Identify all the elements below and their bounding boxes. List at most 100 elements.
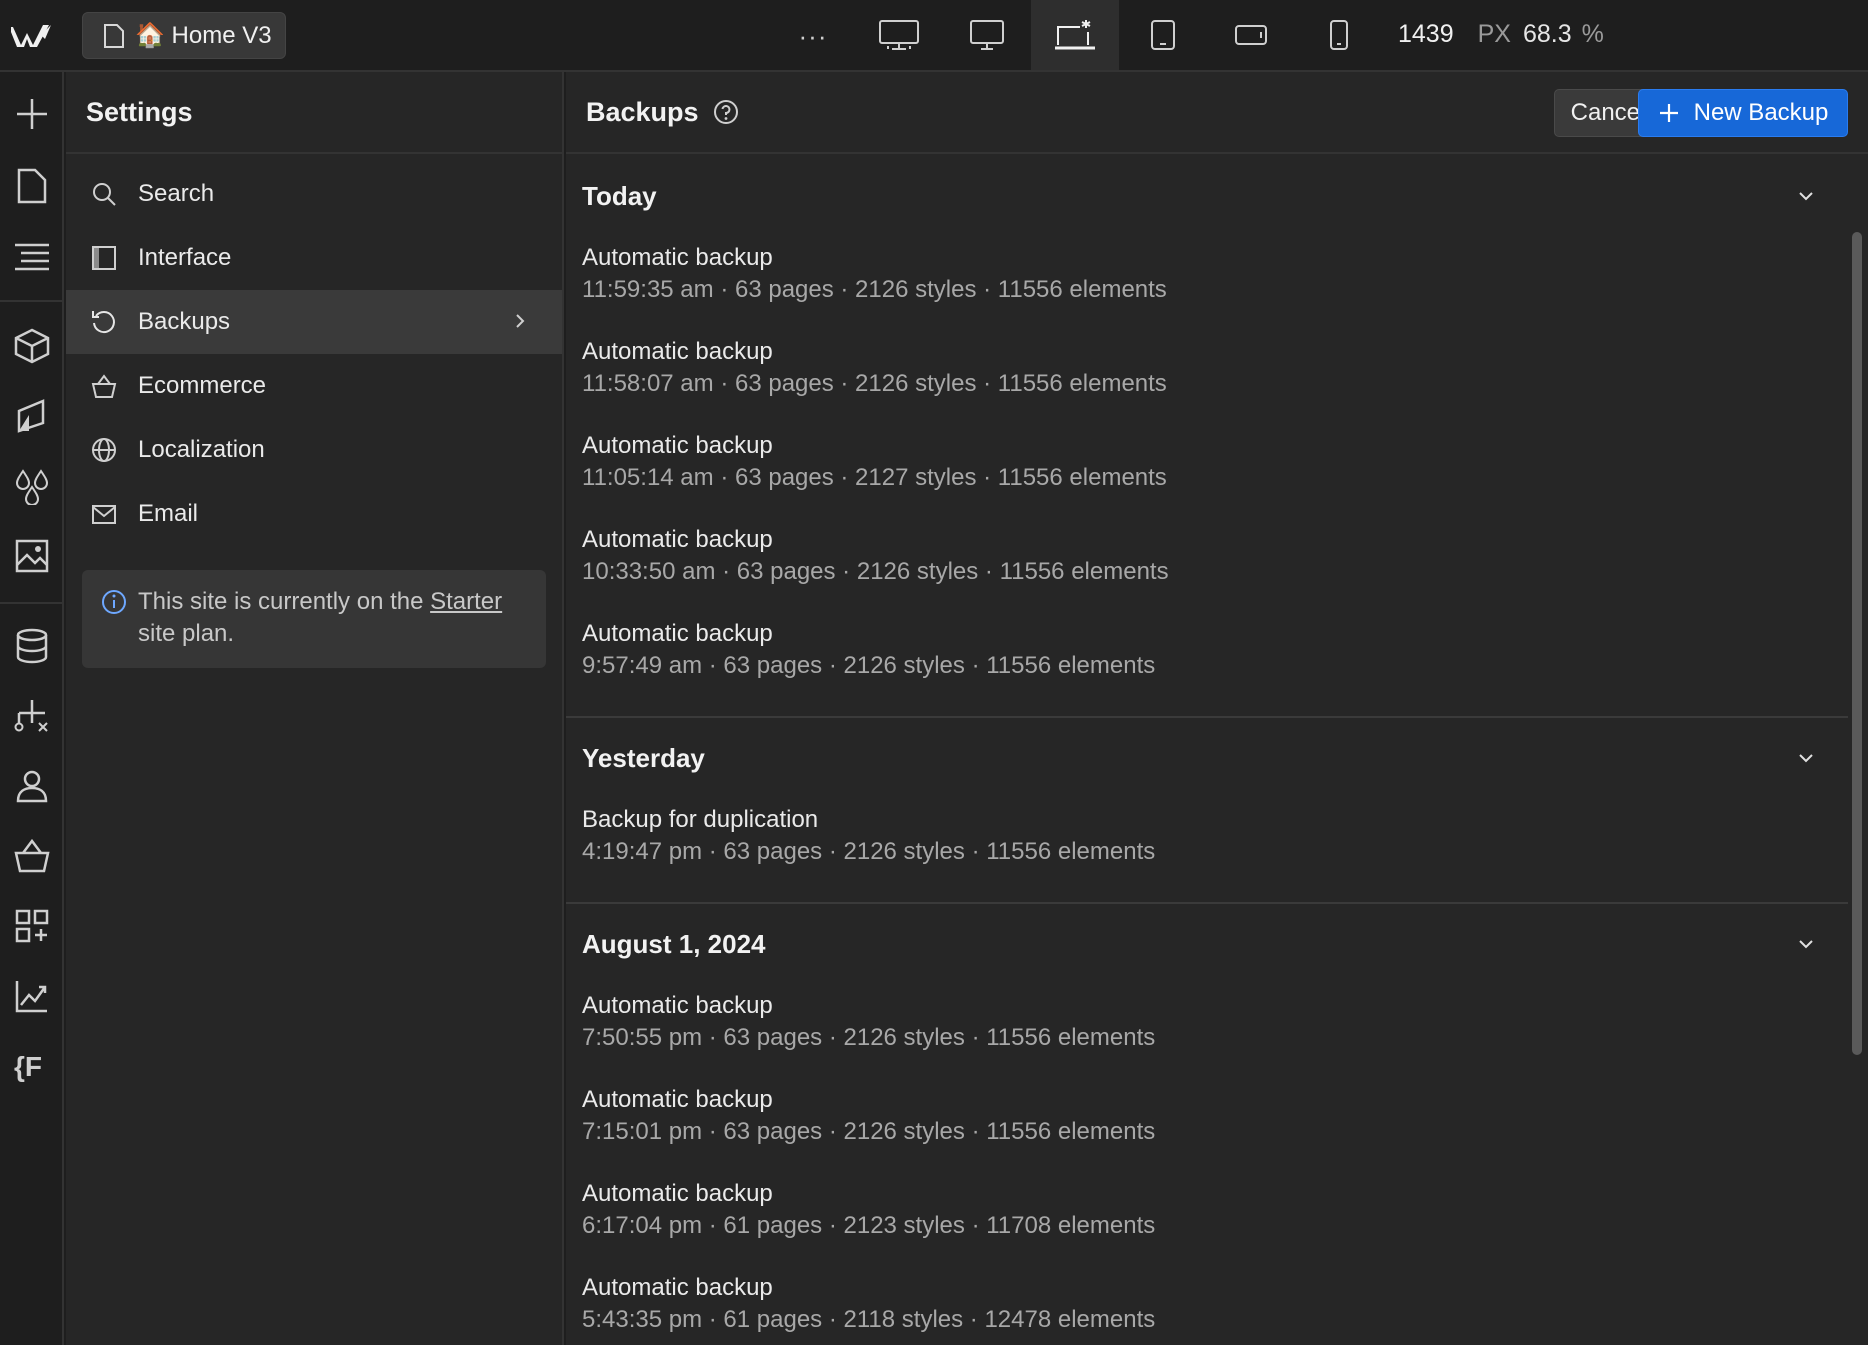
components-icon[interactable] — [10, 324, 54, 368]
backup-entry[interactable]: Automatic backup 5:43:35 pm · 61 pages · … — [566, 1266, 1848, 1345]
pages-icon[interactable] — [10, 164, 54, 208]
assets-icon[interactable] — [10, 534, 54, 578]
backup-entry-name: Automatic backup — [582, 992, 773, 1019]
backup-entry-name: Automatic backup — [582, 338, 773, 365]
site-plan-notice: This site is currently on the Starter si… — [82, 570, 546, 668]
chevron-down-icon[interactable] — [1794, 746, 1818, 770]
backup-group-header[interactable]: Today — [566, 156, 1848, 236]
backup-entry-meta: 4:19:47 pm · 63 pages · 2126 styles · 11… — [582, 838, 1156, 865]
backup-entry[interactable]: Automatic backup 7:15:01 pm · 63 pages · … — [566, 1078, 1848, 1172]
finsweet-icon[interactable]: {F — [10, 1044, 54, 1088]
rail-divider — [0, 602, 62, 604]
settings-nav-interface[interactable]: Interface — [66, 226, 562, 290]
backup-entry[interactable]: Backup for duplication 4:19:47 pm · 63 pa… — [566, 798, 1848, 892]
settings-nav-label: Backups — [138, 308, 231, 335]
backup-entry[interactable]: Automatic backup 6:17:04 pm · 61 pages · … — [566, 1172, 1848, 1266]
zoom-level[interactable]: 68.3 — [1523, 20, 1572, 49]
backup-entry-name: Backup for duplication — [582, 806, 819, 833]
users-icon[interactable] — [10, 764, 54, 808]
settings-nav-localization[interactable]: Localization — [66, 418, 562, 482]
breakpoint-desktop-icon[interactable] — [943, 0, 1031, 70]
backup-entry-meta: 6:17:04 pm · 61 pages · 2123 styles · 11… — [582, 1212, 1156, 1239]
canvas-width[interactable]: 1439 — [1398, 20, 1454, 49]
backup-entry-name: Automatic backup — [582, 1086, 773, 1113]
chevron-right-icon — [516, 314, 525, 328]
breakpoint-large-desktop-icon[interactable] — [855, 0, 943, 70]
breakpoint-mobile-portrait-icon[interactable] — [1295, 0, 1383, 70]
style-selectors-icon[interactable] — [10, 394, 54, 438]
settings-nav-ecommerce[interactable]: Ecommerce — [66, 354, 562, 418]
page-name: 🏠 Home V3 — [135, 22, 272, 49]
apps-icon[interactable] — [10, 904, 54, 948]
ecommerce-icon[interactable] — [10, 834, 54, 878]
navigator-icon[interactable] — [10, 234, 54, 278]
backup-entry-meta: 5:43:35 pm · 61 pages · 2118 styles · 12… — [582, 1306, 1156, 1333]
backup-entry[interactable]: Automatic backup 11:05:14 am · 63 pages ·… — [566, 424, 1848, 518]
backup-group: Today Automatic backup 11:59:35 am · 63 pa… — [566, 156, 1848, 718]
more-icon[interactable]: ··· — [793, 16, 833, 56]
backup-entry-meta: 11:59:35 am · 63 pages · 2126 styles · 1… — [582, 276, 1167, 303]
breakpoint-tablet-icon[interactable] — [1119, 0, 1207, 70]
help-icon[interactable] — [713, 99, 739, 125]
interface-icon — [92, 246, 116, 270]
logic-icon[interactable] — [10, 694, 54, 738]
rail-divider — [0, 300, 62, 302]
backup-entry[interactable]: Automatic backup 11:58:07 am · 63 pages ·… — [566, 330, 1848, 424]
backup-entry[interactable]: Automatic backup 11:59:35 am · 63 pages ·… — [566, 236, 1848, 330]
settings-title: Settings — [66, 72, 562, 154]
backup-group: August 1, 2024 Automatic backup 7:50:55 pm… — [566, 904, 1848, 1345]
chevron-down-icon[interactable] — [1794, 932, 1818, 956]
left-toolbar: {F — [0, 72, 64, 1345]
settings-nav-email[interactable]: Email — [66, 482, 562, 546]
backup-entry-name: Automatic backup — [582, 432, 773, 459]
backups-title: Backups — [586, 96, 699, 127]
page-selector[interactable]: 🏠 Home V3 — [82, 12, 286, 59]
backup-entry-name: Automatic backup — [582, 526, 773, 553]
backups-panel: Backups Cancel New Backup Today Automatic… — [566, 72, 1868, 1345]
settings-nav-label: Localization — [138, 436, 265, 463]
page-icon — [104, 23, 124, 48]
backup-group-title: August 1, 2024 — [582, 928, 766, 959]
breakpoint-base-icon[interactable] — [1031, 0, 1119, 70]
globe-icon — [92, 438, 116, 462]
canvas-size-readout: 1439 PX 68.3 % — [1398, 20, 1604, 49]
plan-text-after: site plan. — [138, 620, 235, 647]
starter-plan-link[interactable]: Starter — [430, 588, 502, 615]
insights-icon[interactable] — [10, 974, 54, 1018]
variables-icon[interactable] — [10, 464, 54, 508]
backup-entry[interactable]: Automatic backup 9:57:49 am · 63 pages · … — [566, 612, 1848, 706]
mail-icon — [92, 505, 116, 524]
settings-nav-label: Search — [138, 180, 215, 207]
settings-nav-label: Email — [138, 500, 199, 527]
backups-header: Backups Cancel New Backup — [566, 72, 1868, 154]
chevron-down-icon[interactable] — [1794, 184, 1818, 208]
backup-entry-name: Automatic backup — [582, 620, 773, 647]
backup-entry-meta: 11:58:07 am · 63 pages · 2126 styles · 1… — [582, 370, 1167, 397]
add-panel-icon[interactable] — [10, 92, 54, 136]
plus-icon — [1659, 104, 1678, 122]
zoom-unit: % — [1581, 20, 1604, 48]
settings-nav-label: Ecommerce — [138, 372, 267, 399]
canvas-width-unit: PX — [1477, 20, 1511, 48]
webflow-logo-icon[interactable] — [0, 0, 64, 72]
backup-entry[interactable]: Automatic backup 10:33:50 am · 63 pages ·… — [566, 518, 1848, 612]
settings-nav-search[interactable]: Search — [66, 162, 562, 226]
cms-icon[interactable] — [10, 624, 54, 668]
info-icon — [102, 590, 126, 614]
settings-nav-backups[interactable]: Backups — [66, 290, 562, 354]
new-backup-button[interactable]: New Backup — [1638, 89, 1848, 137]
settings-nav: Search Interface Backups Ecommerce Local… — [66, 154, 562, 546]
backup-entry[interactable]: Automatic backup 7:50:55 pm · 63 pages · … — [566, 984, 1848, 1078]
scrollbar-thumb[interactable] — [1852, 232, 1862, 1055]
backup-entry-meta: 9:57:49 am · 63 pages · 2126 styles · 11… — [582, 652, 1156, 679]
breakpoint-mobile-landscape-icon[interactable] — [1207, 0, 1295, 70]
backup-entry-name: Automatic backup — [582, 1180, 773, 1207]
plan-text-before: This site is currently on the — [138, 588, 431, 615]
backup-entry-meta: 11:05:14 am · 63 pages · 2127 styles · 1… — [582, 464, 1167, 491]
backup-entry-meta: 10:33:50 am · 63 pages · 2126 styles · 1… — [582, 558, 1169, 585]
search-icon — [93, 183, 116, 206]
top-bar: 🏠 Home V3 ··· 1439 PX 68.3 % — [0, 0, 1868, 72]
backup-group-header[interactable]: August 1, 2024 — [566, 904, 1848, 984]
backup-group-header[interactable]: Yesterday — [566, 718, 1848, 798]
basket-icon — [91, 374, 117, 398]
